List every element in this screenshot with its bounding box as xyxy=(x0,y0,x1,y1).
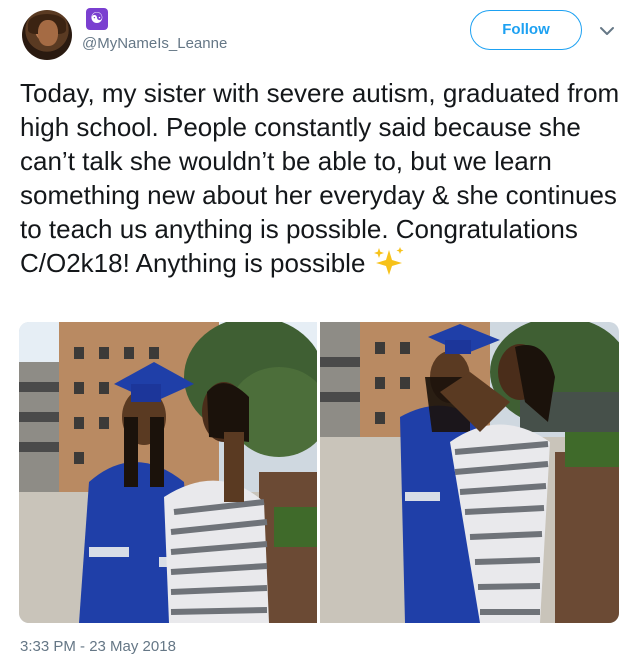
chevron-down-icon[interactable] xyxy=(598,22,616,40)
tweet-header: ☯ @MyNameIs_Leanne Follow xyxy=(0,0,640,70)
avatar[interactable] xyxy=(22,10,72,60)
graduation-photo-left[interactable] xyxy=(19,322,317,623)
tweet-text: Today, my sister with severe autism, gra… xyxy=(20,78,620,278)
sparkles-icon xyxy=(373,247,404,275)
tweet-text-block: Today, my sister with severe autism, gra… xyxy=(20,76,628,280)
follow-button[interactable]: Follow xyxy=(470,10,582,50)
yin-yang-icon: ☯ xyxy=(86,8,108,30)
tweet-timestamp[interactable]: 3:33 PM - 23 May 2018 xyxy=(20,638,176,655)
graduation-photo-right[interactable] xyxy=(320,322,619,623)
user-handle[interactable]: @MyNameIs_Leanne xyxy=(82,35,227,52)
